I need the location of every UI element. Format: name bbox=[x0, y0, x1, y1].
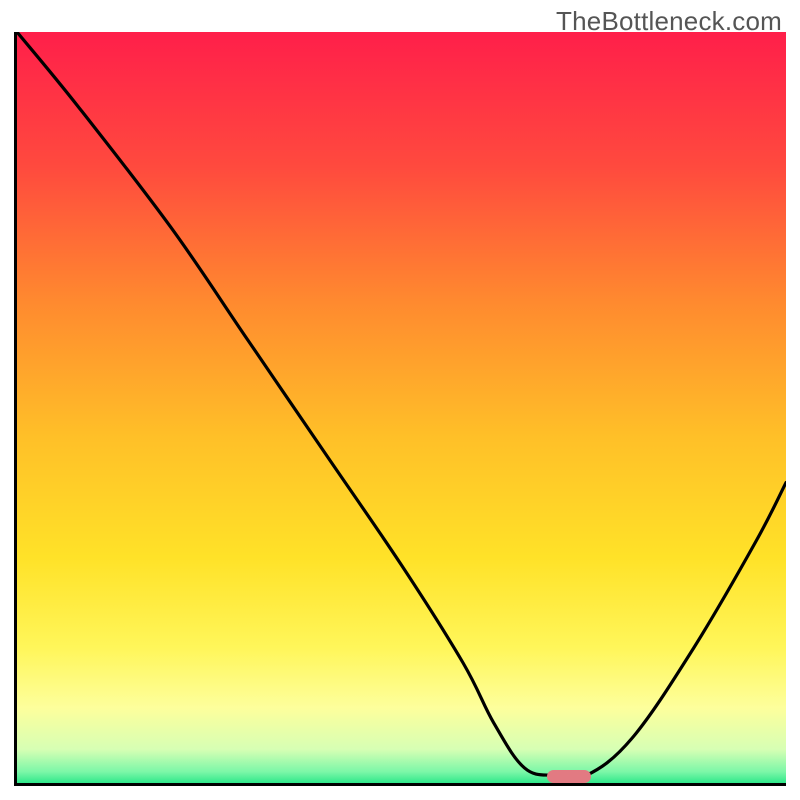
plot-area bbox=[14, 32, 786, 786]
chart-container: TheBottleneck.com bbox=[0, 0, 800, 800]
gradient-background bbox=[17, 32, 786, 783]
optimal-marker bbox=[547, 770, 590, 783]
